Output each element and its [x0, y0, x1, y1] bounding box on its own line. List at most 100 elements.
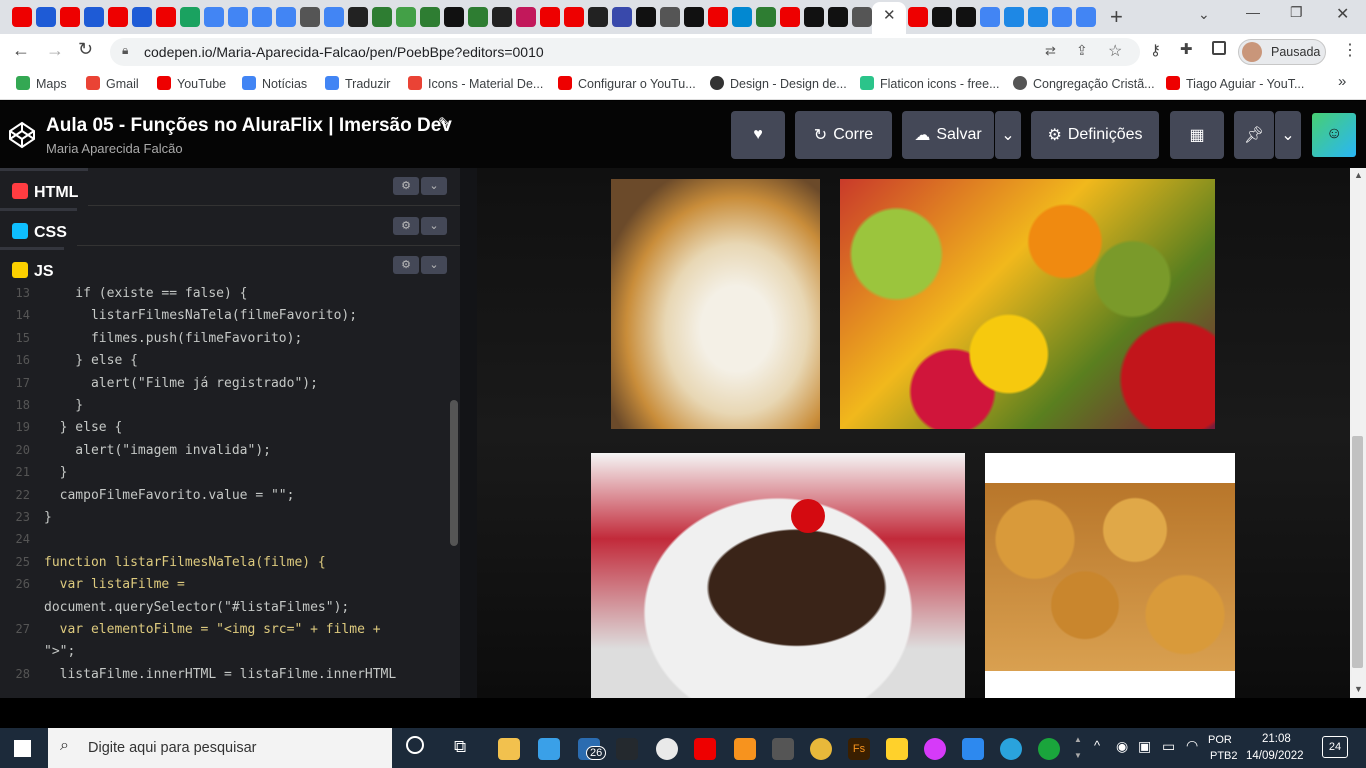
js-tab[interactable]: JS — [0, 247, 64, 285]
code-line[interactable]: 20 alert("imagem invalida"); — [0, 443, 450, 465]
tab-m-icon[interactable] — [492, 7, 512, 27]
bookmarks-overflow-icon[interactable]: » — [1338, 73, 1346, 90]
bookmark-youtube[interactable]: YouTube — [157, 76, 226, 91]
cortana-icon[interactable] — [406, 736, 424, 754]
code-line[interactable]: 21 } — [0, 465, 450, 487]
reload-icon[interactable]: ↻ — [78, 39, 93, 60]
tab-google-icon[interactable] — [276, 7, 296, 27]
tab-alura-icon[interactable] — [84, 7, 104, 27]
task-view-icon[interactable]: ⧉ — [454, 737, 466, 757]
file-explorer-icon[interactable] — [498, 738, 520, 760]
game-icon[interactable] — [810, 738, 832, 760]
code-line[interactable]: 26 var listaFilme = — [0, 577, 450, 599]
more-menu-icon[interactable]: ⋮ — [1342, 40, 1358, 60]
tab-google-icon[interactable] — [980, 7, 1000, 27]
tab-youtube-icon[interactable] — [156, 7, 176, 27]
html-settings-button[interactable]: ⚙ — [393, 177, 419, 195]
tab-google-icon[interactable] — [252, 7, 272, 27]
love-button[interactable]: ♥ — [731, 111, 785, 159]
tab-youtube-icon[interactable] — [12, 7, 32, 27]
sidepanel-icon[interactable] — [1212, 41, 1226, 55]
pen-title[interactable]: Aula 05 - Funções no AluraFlix | Imersão… — [46, 115, 452, 137]
paint-icon[interactable] — [656, 738, 678, 760]
tab-a-icon[interactable] — [828, 7, 848, 27]
code-line[interactable]: 18 } — [0, 398, 450, 420]
translate-icon[interactable]: ⇄ — [1045, 43, 1056, 59]
bookmark-maps[interactable]: Maps — [16, 76, 67, 91]
restore-icon[interactable]: ❐ — [1290, 4, 1303, 21]
close-tab-icon[interactable]: ✕ — [883, 6, 896, 24]
tab-blue-icon[interactable] — [612, 7, 632, 27]
code-line[interactable]: 25 function listarFilmesNaTela(filme) { — [0, 555, 450, 577]
tray-camera-icon[interactable]: ▣ — [1138, 738, 1151, 755]
code-line[interactable]: 15 filmes.push(filmeFavorito); — [0, 331, 450, 353]
close-window-icon[interactable]: ✕ — [1336, 4, 1349, 24]
tab-bot-icon[interactable] — [1004, 7, 1024, 27]
windows-start-icon[interactable] — [14, 740, 31, 757]
input-language[interactable]: POR — [1208, 734, 1232, 746]
code-line[interactable]: ">"; — [0, 644, 450, 666]
bookmark-tiago-aguiar[interactable]: Tiago Aguiar - YouT... — [1166, 76, 1304, 91]
calculator-icon[interactable] — [772, 738, 794, 760]
tab-youtube-icon[interactable] — [708, 7, 728, 27]
resize-handle[interactable] — [460, 168, 477, 698]
bookmark-design[interactable]: Design - Design de... — [710, 76, 847, 91]
js-settings-button[interactable]: ⚙ — [393, 256, 419, 274]
code-line[interactable]: 22 campoFilmeFavorito.value = ""; — [0, 488, 450, 510]
back-icon[interactable]: ← — [12, 40, 30, 61]
tab-green-icon[interactable] — [396, 7, 416, 27]
youtube-icon[interactable] — [694, 738, 716, 760]
tab-c-icon[interactable] — [932, 7, 952, 27]
taskbar-search[interactable]: ⌕ Digite aqui para pesquisar — [48, 728, 392, 768]
tab-check-icon[interactable] — [180, 7, 200, 27]
key-icon[interactable]: ⚷ — [1150, 41, 1161, 59]
tab-codepen-icon[interactable] — [804, 7, 824, 27]
notification-center-icon[interactable]: 24 — [1322, 736, 1348, 758]
codepen-logo-icon[interactable] — [8, 121, 36, 149]
tab-a-icon[interactable] — [444, 7, 464, 27]
xampp-icon[interactable] — [734, 738, 756, 760]
minimize-icon[interactable]: — — [1246, 4, 1260, 20]
tab-green-icon[interactable] — [420, 7, 440, 27]
html-tab[interactable]: HTML — [0, 168, 89, 206]
tab-codepen-icon[interactable] — [636, 7, 656, 27]
tab-w-icon[interactable] — [756, 7, 776, 27]
tab-codepen-icon[interactable] — [684, 7, 704, 27]
tab-bot-icon[interactable] — [1028, 7, 1048, 27]
wifi-icon[interactable]: ◠ — [1186, 737, 1198, 754]
tab-w-icon[interactable] — [468, 7, 488, 27]
tab-dp-icon[interactable] — [372, 7, 392, 27]
tab-v-icon[interactable] — [732, 7, 752, 27]
tab-google-icon[interactable] — [204, 7, 224, 27]
extensions-icon[interactable]: ✚ — [1180, 40, 1193, 58]
keyboard-layout[interactable]: PTB2 — [1210, 750, 1238, 762]
tab-alura-icon[interactable] — [36, 7, 56, 27]
tab-google-icon[interactable] — [1052, 7, 1072, 27]
css-settings-button[interactable]: ⚙ — [393, 217, 419, 235]
js-collapse-button[interactable]: ⌄ — [421, 256, 447, 274]
tab-dw-icon[interactable] — [300, 7, 320, 27]
bookmark-noticias[interactable]: Notícias — [242, 76, 307, 91]
tab-youtube-icon[interactable] — [60, 7, 80, 27]
clock-time[interactable]: 21:08 — [1262, 733, 1291, 745]
bookmark-material-icons[interactable]: Icons - Material De... — [408, 76, 543, 91]
tab-youtube-icon[interactable] — [908, 7, 928, 27]
code-line[interactable]: 27 var elementoFilme = "<img src=" + fil… — [0, 622, 450, 644]
code-line[interactable]: 16 } else { — [0, 353, 450, 375]
tab-github-icon[interactable] — [348, 7, 368, 27]
telegram-icon[interactable] — [1000, 738, 1022, 760]
share-icon[interactable]: ⇪ — [1076, 42, 1088, 59]
fireworks-icon[interactable]: Fs — [848, 738, 870, 760]
tab-circle-icon[interactable] — [660, 7, 680, 27]
bookmark-configurar-youtube[interactable]: Configurar o YouTu... — [558, 76, 696, 91]
github-icon[interactable] — [616, 738, 638, 760]
tab-search-icon[interactable]: ⌄ — [1198, 6, 1210, 23]
code-line[interactable]: 23} — [0, 510, 450, 532]
new-tab-icon[interactable]: + — [1110, 4, 1123, 30]
tray-display-icon[interactable]: ▭ — [1162, 738, 1175, 755]
tray-chevron-icon[interactable]: ^ — [1094, 738, 1100, 753]
js-code-area[interactable]: 13 if (existe == false) {14 listarFilmes… — [0, 286, 460, 698]
tab-alura-icon[interactable] — [132, 7, 152, 27]
forward-icon[interactable]: → — [46, 40, 64, 61]
css-tab[interactable]: CSS — [0, 208, 77, 246]
